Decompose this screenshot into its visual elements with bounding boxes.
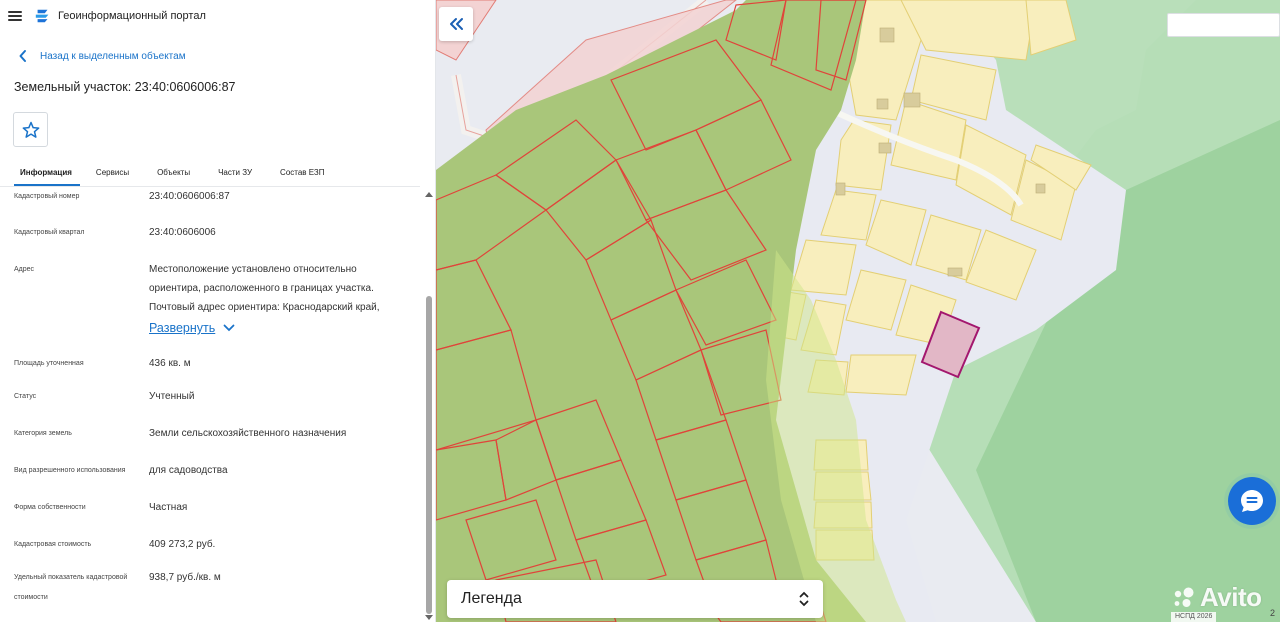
attr-label: Категория земель — [14, 430, 72, 437]
zoom-indicator: 2 — [1270, 608, 1276, 618]
info-panel: Геоинформационный портал Назад к выделен… — [0, 0, 436, 622]
tab-ezp[interactable]: Состав ЕЗП — [270, 160, 334, 186]
tab-label: Объекты — [157, 168, 191, 177]
attr-label: Площадь уточненная — [14, 360, 84, 367]
chevron-down-icon — [223, 324, 235, 332]
tab-parts[interactable]: Части ЗУ — [208, 160, 262, 186]
attr-label: Кадастровый номер — [14, 193, 80, 200]
map-attribution: НСПД 2026 — [1171, 612, 1217, 622]
attr-label: Кадастровый квартал — [14, 229, 85, 236]
tab-label: Сервисы — [95, 168, 130, 177]
scroll-thumb[interactable] — [426, 296, 432, 614]
star-icon — [22, 121, 39, 138]
chat-icon — [1241, 490, 1263, 512]
tab-services[interactable]: Сервисы — [86, 160, 139, 186]
object-title: Земельный участок: 23:40:0606006:87 — [14, 80, 236, 94]
avito-logo-icon — [1174, 587, 1194, 607]
attr-value: для садоводства — [149, 465, 228, 476]
info-tabs: Информация Сервисы Объекты Части ЗУ Сост… — [10, 160, 335, 186]
expand-collapse-icon — [799, 591, 809, 607]
favorite-button[interactable] — [13, 112, 48, 147]
map-search-input[interactable] — [1167, 13, 1280, 37]
legend-panel[interactable]: Легенда — [447, 580, 823, 618]
watermark-text: Avito — [1200, 582, 1262, 612]
attr-label: Статус — [14, 393, 37, 400]
map-canvas[interactable] — [436, 0, 1280, 622]
tab-information[interactable]: Информация — [10, 160, 82, 186]
attributes-list: Кадастровый номер 23:40:0606006:87 Кадас… — [0, 187, 422, 622]
chat-button-inner — [1228, 477, 1276, 525]
app-title: Геоинформационный портал — [58, 10, 206, 22]
tab-label: Информация — [20, 168, 72, 177]
app-header: Геоинформационный портал — [0, 0, 435, 32]
panel-scrollbar[interactable] — [424, 188, 434, 622]
attr-value: 23:40:0606006:87 — [149, 191, 230, 202]
scroll-down-arrow-icon[interactable] — [425, 615, 433, 620]
expand-address-button[interactable]: Развернуть — [149, 321, 235, 335]
attr-label: Удельный показатель кадастровой стоимост… — [14, 574, 128, 601]
attr-value: 938,7 руб./кв. м — [149, 572, 221, 583]
attr-value: 23:40:0606006 — [149, 227, 216, 238]
attr-value: 436 кв. м — [149, 358, 191, 369]
attr-label: Кадастровая стоимость — [14, 541, 92, 548]
attr-label: Форма собственности — [14, 504, 86, 511]
attr-value: Частная — [149, 502, 188, 513]
attr-label: Вид разрешенного использования — [14, 467, 126, 474]
menu-icon[interactable] — [8, 11, 22, 21]
double-chevron-left-icon — [450, 18, 463, 30]
attr-label: Адрес — [14, 266, 35, 273]
attr-value: Учтенный — [149, 391, 195, 402]
attr-value: Местоположение установлено относительно … — [149, 264, 380, 313]
avito-watermark: Avito — [1172, 582, 1262, 613]
attr-value: Земли сельскохозяйственного назначения — [149, 428, 347, 439]
attr-value: 409 273,2 руб. — [149, 539, 216, 550]
back-link-label: Назад к выделенным объектам — [40, 50, 186, 62]
portal-logo — [35, 9, 49, 23]
map-view[interactable] — [436, 0, 1280, 622]
scroll-up-arrow-icon[interactable] — [425, 192, 433, 197]
expand-label: Развернуть — [149, 321, 216, 335]
tab-label: Состав ЕЗП — [280, 168, 325, 177]
tab-label: Части ЗУ — [218, 168, 253, 177]
legend-label: Легенда — [461, 590, 522, 607]
chat-button[interactable] — [1224, 473, 1280, 529]
back-to-selection-link[interactable]: Назад к выделенным объектам — [18, 46, 435, 66]
collapse-panel-button[interactable] — [439, 7, 473, 41]
tab-objects[interactable]: Объекты — [147, 160, 200, 186]
chevron-left-icon — [19, 50, 26, 62]
